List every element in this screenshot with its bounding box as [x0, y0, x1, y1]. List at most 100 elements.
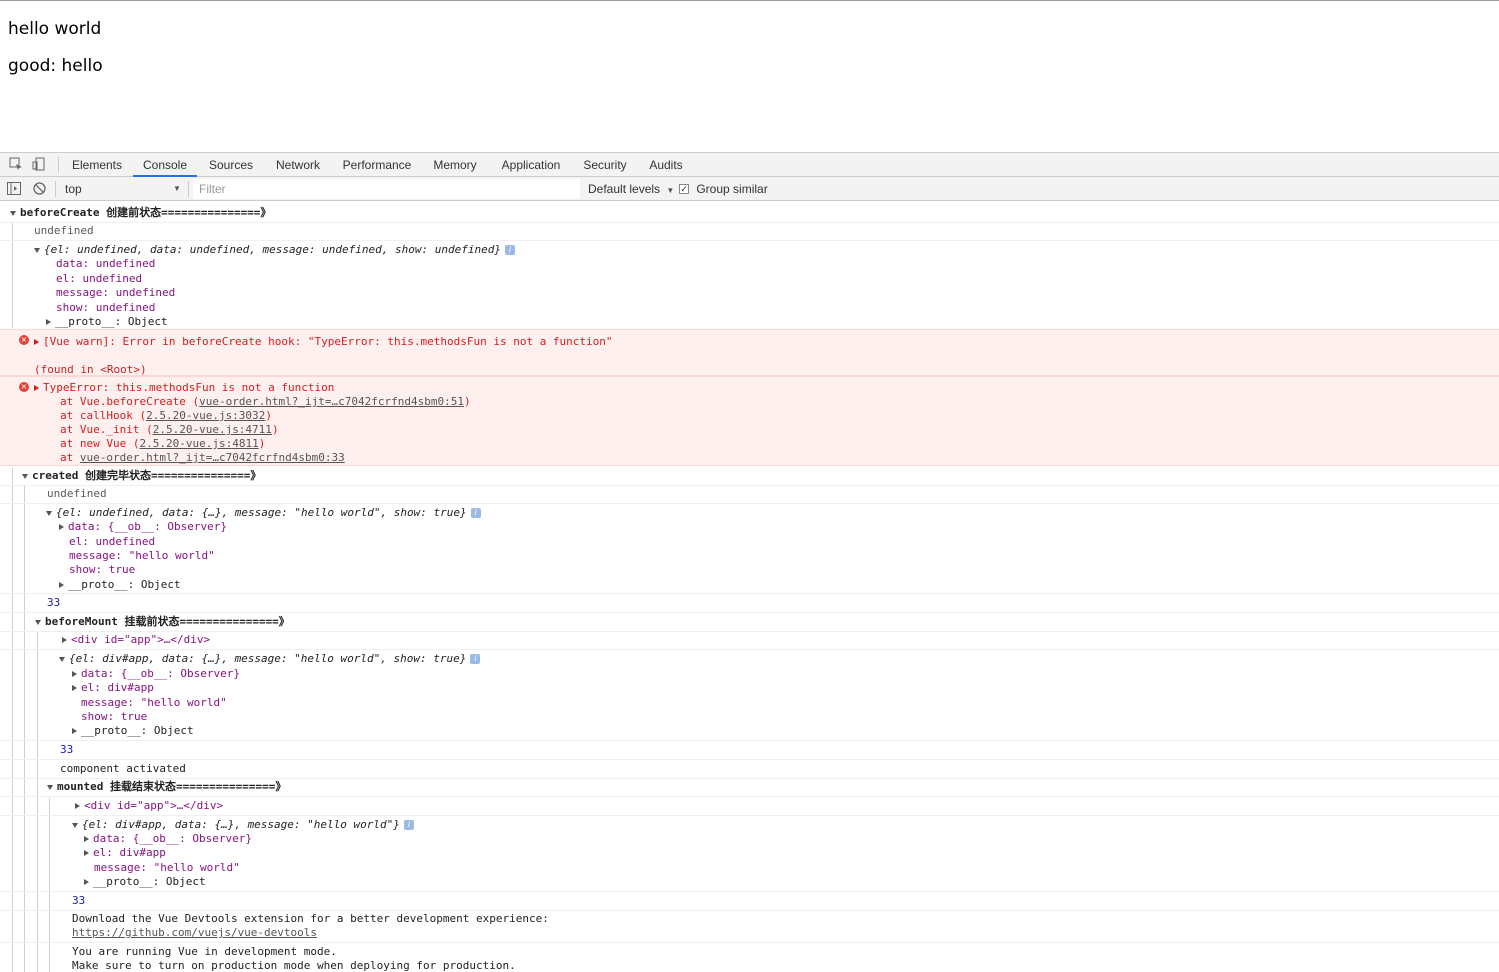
expand-triangle-icon [59, 656, 65, 662]
expand-triangle-icon [72, 728, 77, 734]
expand-triangle-icon [46, 319, 51, 325]
inspect-element-icon[interactable] [9, 157, 23, 171]
row-separator [0, 649, 1499, 650]
tab-application[interactable]: Application [491, 153, 571, 177]
row-separator [0, 942, 1499, 943]
error-line: (found in <Root>) [34, 363, 147, 376]
object-prop-el[interactable]: el: div#app [72, 681, 154, 695]
source-link[interactable]: 2.5.20-vue.js:4811 [139, 437, 258, 450]
context-label: top [65, 182, 82, 196]
object-summary[interactable]: {el: div#app, data: {…}, message: "hello… [72, 818, 414, 832]
error-message-typeerror: × TypeError: this.methodsFun is not a fu… [0, 376, 1499, 466]
tab-console[interactable]: Console [133, 153, 197, 177]
dom-element-node[interactable]: <div id="app">…</div> [75, 799, 223, 813]
object-prop-show: show: true [69, 563, 136, 576]
log-component-activated: component activated [60, 762, 186, 775]
expand-triangle-icon [84, 879, 89, 885]
tab-security[interactable]: Security [576, 153, 634, 177]
group-title: beforeMount 挂载前状态===============》 [45, 615, 290, 628]
expand-triangle-icon [10, 210, 16, 216]
object-prop: data: undefined [56, 257, 156, 270]
object-summary[interactable]: {el: undefined, data: {…}, message: "hel… [46, 506, 481, 520]
devtools-link[interactable]: https://github.com/vuejs/vue-devtools [72, 926, 317, 940]
expand-triangle-icon [72, 685, 77, 691]
proto-text: __proto__: Object [68, 578, 181, 591]
dom-element-node[interactable]: <div id="app">…</div> [62, 633, 210, 647]
object-prop-data[interactable]: data: {__ob__: Observer} [59, 520, 227, 534]
info-icon[interactable]: i [403, 820, 414, 830]
object-proto[interactable]: __proto__: Object [46, 315, 168, 329]
group-header-created[interactable]: created 创建完毕状态===============》 [22, 469, 261, 483]
tab-performance[interactable]: Performance [334, 153, 420, 177]
default-levels-dropdown[interactable]: Default levels ▼ [588, 177, 674, 201]
clear-console-icon[interactable] [33, 182, 46, 195]
group-indent-line [24, 485, 25, 972]
prop-text: data: {__ob__: Observer} [93, 832, 252, 845]
object-summary-text: {el: div#app, data: {…}, message: "hello… [69, 652, 467, 665]
tab-audits[interactable]: Audits [641, 153, 691, 177]
expand-triangle-icon [59, 524, 64, 530]
filter-input[interactable]: Filter [193, 179, 580, 199]
stack-frame: at new Vue (2.5.20-vue.js:4811) [60, 437, 265, 451]
object-summary-text: {el: undefined, data: {…}, message: "hel… [56, 506, 467, 519]
checkbox-icon[interactable]: ✓ [679, 183, 689, 194]
stack-frame: at Vue._init (2.5.20-vue.js:4711) [60, 423, 279, 437]
object-prop-data[interactable]: data: {__ob__: Observer} [84, 832, 252, 846]
object-proto[interactable]: __proto__: Object [84, 875, 206, 889]
object-summary[interactable]: {el: div#app, data: {…}, message: "hello… [59, 652, 481, 666]
object-summary[interactable]: {el: undefined, data: undefined, message… [34, 243, 515, 257]
group-header-beforemount[interactable]: beforeMount 挂载前状态===============》 [35, 615, 290, 629]
row-separator [0, 910, 1499, 911]
row-separator [0, 778, 1499, 779]
log-number: 33 [72, 894, 86, 907]
toolbar-separator [188, 181, 189, 197]
context-select[interactable]: top ▼ [59, 177, 184, 201]
info-icon[interactable]: i [470, 508, 481, 518]
console-toolbar: top ▼ Filter Default levels ▼ ✓ Group si… [0, 177, 1499, 201]
sidebar-toggle-icon[interactable] [7, 182, 21, 195]
error-line[interactable]: TypeError: this.methodsFun is not a func… [34, 381, 334, 395]
prop-text: data: {__ob__: Observer} [68, 520, 227, 533]
toolbar-separator [55, 181, 56, 197]
info-icon[interactable]: i [470, 654, 481, 664]
stack-frame: at callHook (2.5.20-vue.js:3032) [60, 409, 272, 423]
error-line[interactable]: [Vue warn]: Error in beforeCreate hook: … [34, 335, 613, 349]
group-header-beforecreate[interactable]: beforeCreate 创建前状态===============》 [10, 206, 271, 220]
tab-elements[interactable]: Elements [64, 153, 130, 177]
tab-memory[interactable]: Memory [424, 153, 486, 177]
chevron-down-icon: ▼ [666, 186, 675, 195]
row-separator [0, 740, 1499, 741]
expand-triangle-icon [72, 671, 77, 677]
page-content: hello world good: hello [0, 0, 1499, 152]
tab-sources[interactable]: Sources [200, 153, 262, 177]
stack-frame: at Vue.beforeCreate (vue-order.html?_ijt… [60, 395, 471, 409]
info-icon[interactable]: i [504, 245, 515, 255]
group-title: mounted 挂载结束状态===============》 [57, 780, 287, 793]
source-link[interactable]: 2.5.20-vue.js:4711 [153, 423, 272, 436]
console-output: beforeCreate 创建前状态===============》 undef… [0, 202, 1499, 972]
error-icon: × [19, 382, 29, 392]
source-link[interactable]: 2.5.20-vue.js:3032 [146, 409, 265, 422]
object-prop-show: show: true [81, 710, 148, 723]
tab-network[interactable]: Network [265, 153, 331, 177]
proto-text: __proto__: Object [81, 724, 194, 737]
row-separator [0, 891, 1499, 892]
group-header-mounted[interactable]: mounted 挂载结束状态===============》 [47, 780, 286, 794]
object-prop-el[interactable]: el: div#app [84, 846, 166, 860]
dom-node-text: <div id="app">…</div> [84, 799, 224, 812]
device-toolbar-icon[interactable] [32, 157, 46, 171]
object-proto[interactable]: __proto__: Object [59, 578, 181, 592]
devtools-tabbar: Elements Console Sources Network Perform… [0, 153, 1499, 177]
stack-frame: at vue-order.html?_ijt=…c7042fcrfnd4sbm0… [60, 451, 345, 465]
expand-triangle-icon [34, 247, 40, 253]
expand-triangle-icon [59, 582, 64, 588]
source-link[interactable]: vue-order.html?_ijt=…c7042fcrfnd4sbm0:51 [199, 395, 464, 408]
source-link[interactable]: vue-order.html?_ijt=…c7042fcrfnd4sbm0:33 [80, 451, 345, 464]
proto-text: __proto__: Object [55, 315, 168, 328]
object-proto[interactable]: __proto__: Object [72, 724, 194, 738]
log-undefined: undefined [47, 487, 107, 500]
stack-frame-end: ) [265, 409, 272, 422]
group-similar-toggle[interactable]: ✓ Group similar [679, 177, 768, 201]
object-prop-data[interactable]: data: {__ob__: Observer} [72, 667, 240, 681]
error-text: TypeError: this.methodsFun is not a func… [43, 381, 335, 394]
